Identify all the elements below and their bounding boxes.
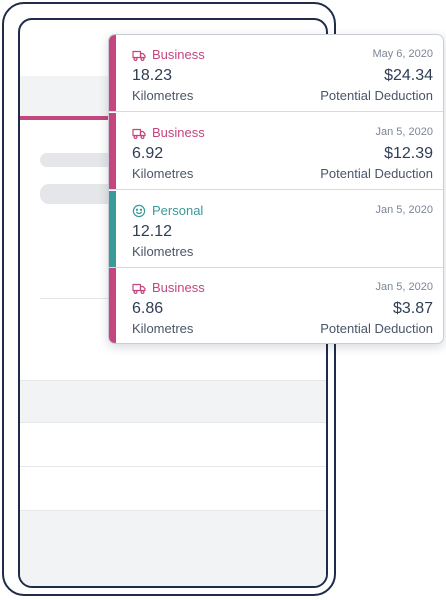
trip-distance-unit: Kilometres [132,166,194,181]
trip-date: May 6, 2020 [372,48,433,60]
smiley-icon [132,204,146,218]
trip-distance-unit: Kilometres [132,88,194,103]
trip-distance-unit: Kilometres [132,321,194,336]
trip-distance-unit: Kilometres [132,244,194,259]
trip-category: Business [132,47,205,62]
trip-distance: 6.92 [132,145,164,162]
trip-deduction-amount: $3.87 [392,300,433,317]
trip-row[interactable]: Business May 6, 2020 18.23 Kilometres $2… [109,35,443,112]
trip-category-label: Business [152,47,205,62]
list-row-placeholder [20,380,326,422]
trip-date: Jan 5, 2020 [375,204,434,216]
trip-deduction-amount: $24.34 [384,67,433,84]
trip-deduction-label: Potential Deduction [320,166,433,181]
trip-deduction-label: Potential Deduction [320,88,433,103]
trip-deduction-label: Potential Deduction [320,321,433,336]
trip-category: Personal [132,203,203,218]
trip-row[interactable]: Business Jan 5, 2020 6.86 Kilometres $3.… [109,268,443,343]
trip-distance: 18.23 [132,67,173,84]
trip-row[interactable]: Business Jan 5, 2020 6.92 Kilometres $12… [109,113,443,190]
truck-icon [132,48,146,62]
trip-distance: 6.86 [132,300,164,317]
active-tab-indicator [20,116,120,120]
category-color-strip [109,191,116,267]
trip-list-card: Business May 6, 2020 18.23 Kilometres $2… [108,34,444,344]
category-color-strip [109,35,116,111]
trip-category: Business [132,280,205,295]
list-row-placeholder [20,510,326,586]
list-row-placeholder [20,466,326,508]
truck-icon [132,281,146,295]
trip-category-label: Business [152,125,205,140]
trip-date: Jan 5, 2020 [375,126,434,138]
trip-row[interactable]: Personal Jan 5, 2020 12.12 Kilometres [109,191,443,268]
category-color-strip [109,268,116,343]
list-row-placeholder [20,422,326,464]
trip-distance: 12.12 [132,223,173,240]
truck-icon [132,126,146,140]
category-color-strip [109,113,116,189]
trip-category: Business [132,125,205,140]
trip-category-label: Business [152,280,205,295]
trip-deduction-amount: $12.39 [384,145,433,162]
trip-category-label: Personal [152,203,204,218]
trip-date: Jan 5, 2020 [375,281,434,293]
